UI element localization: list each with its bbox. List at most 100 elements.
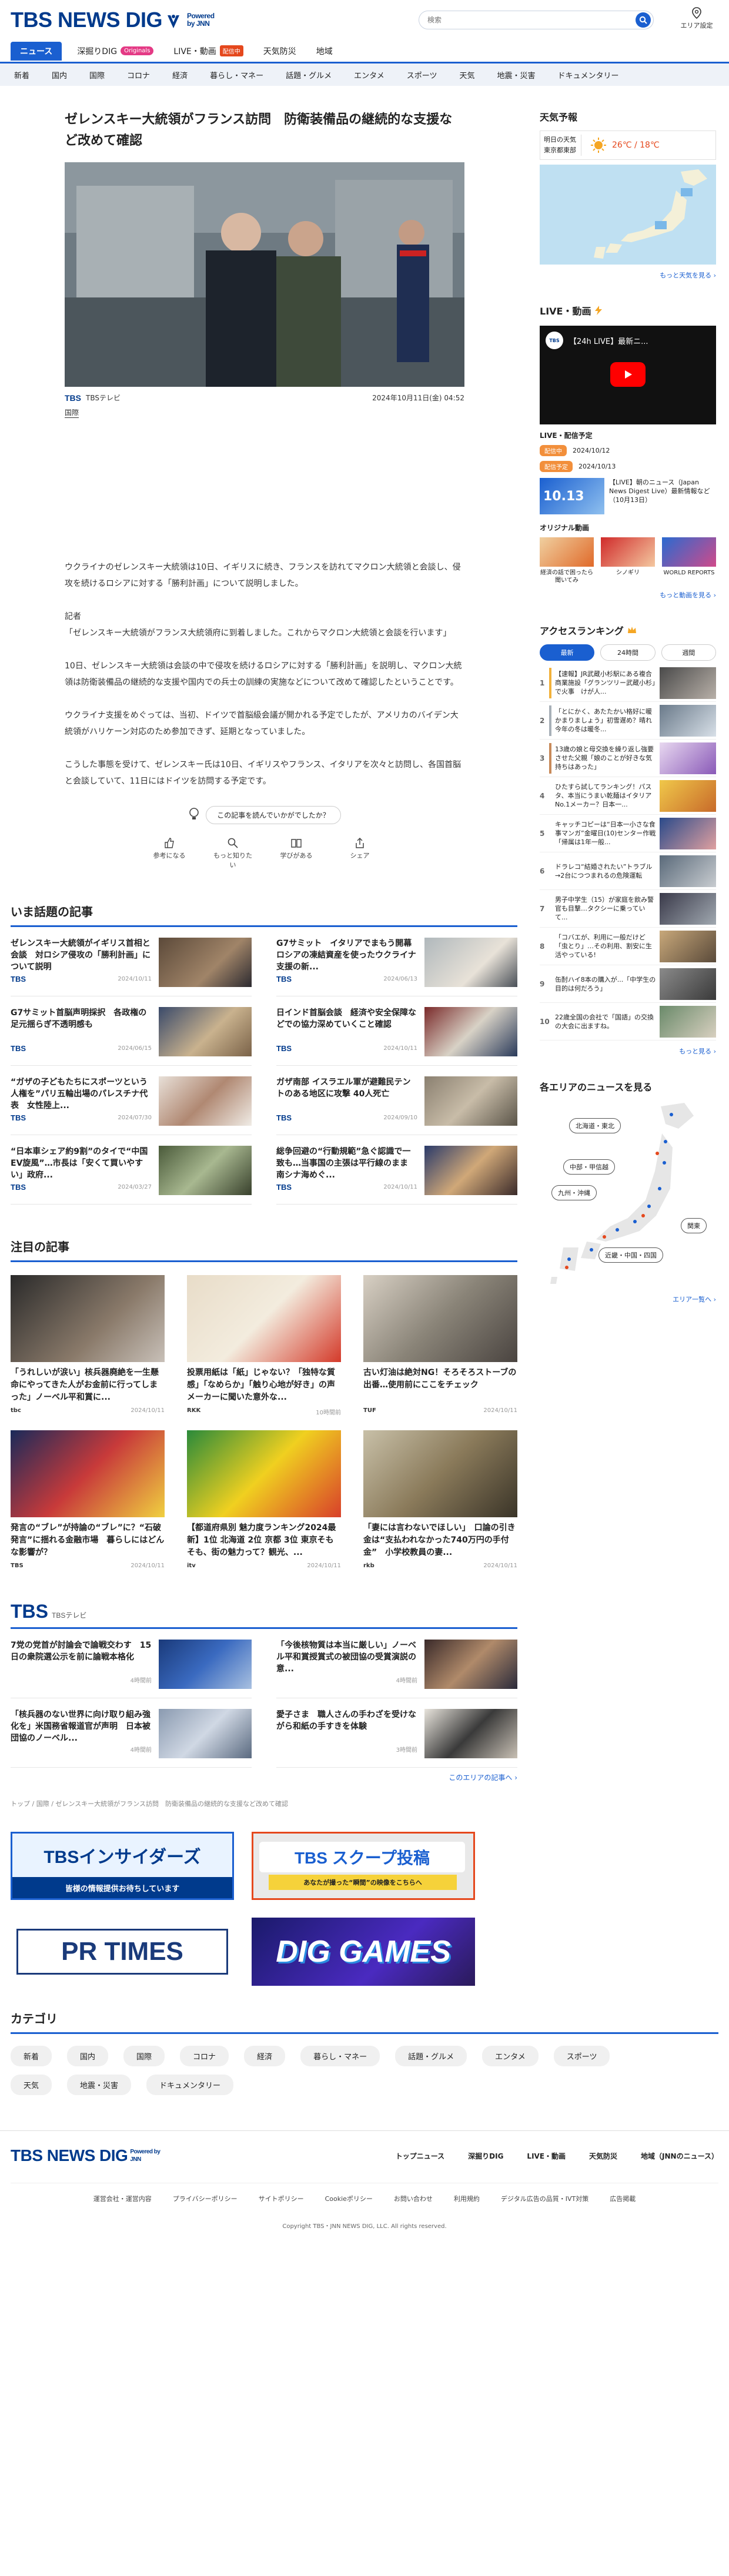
ranking-tab-24h[interactable]: 24時間 xyxy=(600,644,656,661)
footer-sub-link[interactable]: お問い合わせ xyxy=(394,2194,433,2203)
nav-dig[interactable]: 深掘りDIG Originals xyxy=(77,45,154,57)
footer-sub-link[interactable]: Cookieポリシー xyxy=(325,2194,373,2203)
footer-sub-link[interactable]: サイトポリシー xyxy=(259,2194,304,2203)
trending-item[interactable]: G7サミット イタリアでまもう開幕 ロシアの凍結資産を使ったウクライナ支援の新.… xyxy=(276,927,517,996)
category-chip[interactable]: スポーツ xyxy=(553,2046,610,2066)
category-chip[interactable]: コロナ xyxy=(180,2046,229,2066)
region-chubu[interactable]: 中部・甲信越 xyxy=(563,1159,615,1175)
category-chip[interactable]: ドキュメンタリー xyxy=(146,2075,234,2095)
trending-item[interactable]: ガザ南部 イスラエル軍が避難民テントのある地区に攻撃 40人死亡 TBS 2024/… xyxy=(276,1066,517,1135)
banner-insiders[interactable]: TBSインサイダーズ 皆様の情報提供お待ちしています xyxy=(11,1832,234,1900)
weather-widget[interactable]: 明日の天気 東京都東部 26℃ / 18℃ xyxy=(540,131,716,160)
ranking-item[interactable]: 3 13歳の娘と母交換を繰り返し強要させた父親「娘のことが好きな気持ちはあった」 xyxy=(540,740,716,777)
ranking-item[interactable]: 5 キャッチコピーは“日本一小さな食事マンガ”金曜日(10)センター作戦「帰属は1… xyxy=(540,815,716,852)
subnav-item[interactable]: 新着 xyxy=(14,69,29,81)
footer-link[interactable]: 深掘りDIG xyxy=(468,2151,503,2161)
featured-item[interactable]: 投票用紙は「紙」じゃない？「独特な質感」「なめらか」「触り心地が好き」の声 メー… xyxy=(187,1275,341,1416)
category-chip[interactable]: 天気 xyxy=(11,2075,52,2095)
tbs-item[interactable]: 「今後核物質は本当に厳しい」ノーベル平和賞授賞式の被団協の受賞演説の意... 4時… xyxy=(276,1629,517,1698)
category-chip[interactable]: 話題・グルメ xyxy=(395,2046,467,2066)
original-video-item[interactable]: シノギリ xyxy=(601,537,655,584)
nav-news[interactable]: ニュース xyxy=(11,41,62,61)
ranking-item[interactable]: 7 男子中学生（15）が家庭を飲み警官も目撃…タクシーに乗っていて... xyxy=(540,890,716,928)
featured-item[interactable]: 発言の“ブレ”が持論の“ブレ”に？“石破発言”に揺れる金融市場 暮らしにはどんな… xyxy=(11,1430,165,1569)
area-setting-button[interactable]: エリア設定 xyxy=(674,7,720,30)
subnav-item[interactable]: ドキュメンタリー xyxy=(558,69,619,81)
subnav-item[interactable]: 天気 xyxy=(459,69,474,81)
tbs-section-more-link[interactable]: このエリアの記事へ › xyxy=(11,1772,517,1782)
tbs-item[interactable]: 愛子さま 職人さんの手わざを受けながら和紙の手すきを体験 3時間前 xyxy=(276,1698,517,1768)
feedback-more-button[interactable]: もっと知りたい xyxy=(212,837,254,869)
nav-live[interactable]: LIVE・動画 配信中 xyxy=(173,45,243,57)
footer-sub-link[interactable]: プライバシーポリシー xyxy=(173,2194,238,2203)
featured-item[interactable]: 古い灯油は絶対NG！そろそろストーブの出番…使用前にここをチェック TUF 2024… xyxy=(363,1275,517,1416)
footer-link[interactable]: 天気防災 xyxy=(589,2151,617,2161)
featured-item[interactable]: 【都道府県別 魅力度ランキング2024最新】1位 北海道 2位 京都 3位 東京… xyxy=(187,1430,341,1569)
region-kyushu[interactable]: 九州・沖縄 xyxy=(551,1185,597,1200)
search-button[interactable] xyxy=(636,12,651,28)
trending-item[interactable]: 総争回避の“行動規範”急ぐ認識で一致も…当事国の主張は平行線のまま 南シナ海めぐ… xyxy=(276,1135,517,1205)
tbs-item[interactable]: 「核兵器のない世界に向け取り組み強化を」米国務省報道官が声明 日本被団協のノーベ… xyxy=(11,1698,252,1768)
nav-region[interactable]: 地域 xyxy=(316,45,333,57)
category-chip[interactable]: 暮らし・マネー xyxy=(300,2046,380,2066)
region-hokkaido-tohoku[interactable]: 北海道・東北 xyxy=(569,1118,621,1133)
banner-scoop[interactable]: TBS スクープ投稿 あなたが撮った“瞬間”の映像をこちらへ xyxy=(252,1832,475,1900)
trending-item[interactable]: G7サミット首脳声明採択 各政権の足元揺らぎ不透明感も TBS 2024/06/15 xyxy=(11,996,252,1066)
feedback-helpful-button[interactable]: 参考になる xyxy=(148,837,190,869)
weather-map[interactable] xyxy=(540,165,716,265)
footer-sub-link[interactable]: 利用規約 xyxy=(454,2194,480,2203)
ranking-more-link[interactable]: もっと見る › xyxy=(540,1046,716,1056)
nav-weather[interactable]: 天気防災 xyxy=(263,45,296,57)
featured-item[interactable]: 「うれしいが涙い」核兵器廃絶を一生懸命にやってきた人がお金前に行ってしまった」ノ… xyxy=(11,1275,165,1416)
play-icon[interactable] xyxy=(610,362,646,387)
subnav-item[interactable]: エンタメ xyxy=(354,69,384,81)
subnav-item[interactable]: 暮らし・マネー xyxy=(210,69,263,81)
category-chip[interactable]: 国内 xyxy=(67,2046,109,2066)
banner-dig-games[interactable]: DIG GAMES xyxy=(252,1918,475,1986)
category-chip[interactable]: 新着 xyxy=(11,2046,52,2066)
footer-logo[interactable]: TBS NEWS DIG Powered by JNN xyxy=(11,2146,163,2165)
original-video-more-link[interactable]: もっと動画を見る › xyxy=(540,590,716,600)
subnav-item[interactable]: コロナ xyxy=(127,69,150,81)
trending-item[interactable]: “ガザの子どもたちにスポーツという人権を”パリ五輪出場のパレスチナ代表 女性陸上… xyxy=(11,1066,252,1135)
subnav-item[interactable]: 地震・災害 xyxy=(497,69,536,81)
category-chip[interactable]: 国際 xyxy=(123,2046,165,2066)
ranking-tab-latest[interactable]: 最新 xyxy=(540,644,595,661)
article-tag[interactable]: 国際 xyxy=(65,407,79,418)
region-kanto[interactable]: 関東 xyxy=(681,1218,707,1233)
live-video-player[interactable]: TBS 【24h LIVE】最新ニ... xyxy=(540,326,716,424)
footer-sub-link[interactable]: デジタル広告の品質・IVT対策 xyxy=(501,2194,588,2203)
ranking-item[interactable]: 2 「とにかく、あたたかい格好に暖かまりましょう」初雪遅め？晴れ今年の冬は暖冬..… xyxy=(540,702,716,740)
search-input[interactable] xyxy=(427,16,636,24)
footer-sub-link[interactable]: 広告掲載 xyxy=(610,2194,636,2203)
banner-prtimes[interactable]: PR TIMES xyxy=(11,1918,234,1986)
footer-sub-link[interactable]: 運営会社・運営内容 xyxy=(93,2194,152,2203)
area-more-link[interactable]: エリア一覧へ › xyxy=(540,1294,716,1304)
footer-link[interactable]: LIVE・動画 xyxy=(527,2151,566,2161)
subnav-item[interactable]: スポーツ xyxy=(407,69,437,81)
share-button[interactable]: シェア xyxy=(339,837,381,869)
ranking-item[interactable]: 6 ドラレコ“結婚されたい”トラブル→2台につつまれるの危険運転 xyxy=(540,852,716,890)
live-schedule-item[interactable]: 10.13 【LIVE】朝のニュース（Japan News Digest Liv… xyxy=(540,478,716,514)
category-chip[interactable]: 経済 xyxy=(244,2046,286,2066)
featured-item[interactable]: 「妻には言わないでほしい」 口論の引き金は“支払われなかった740万円の手付金”… xyxy=(363,1430,517,1569)
category-chip[interactable]: 地震・災害 xyxy=(67,2075,132,2095)
subnav-item[interactable]: 経済 xyxy=(172,69,188,81)
original-video-item[interactable]: 経済の話で困ったら聞いてみ xyxy=(540,537,594,584)
ranking-item[interactable]: 4 ひたすら試してランキング！パスタ、本当にうまい乾麺はイタリアNo.1メーカー？… xyxy=(540,777,716,815)
ranking-tab-weekly[interactable]: 週間 xyxy=(661,644,716,661)
weather-more-link[interactable]: もっと天気を見る › xyxy=(540,270,716,280)
footer-link[interactable]: トップニュース xyxy=(396,2151,444,2161)
footer-link[interactable]: 地域（JNNのニュース） xyxy=(641,2151,718,2161)
site-logo[interactable]: TBS NEWS DIG Powered by JNN xyxy=(11,8,220,32)
original-video-item[interactable]: WORLD REPORTS xyxy=(662,537,716,584)
ranking-item[interactable]: 1 【速報】JR武蔵小杉駅にある複合商業施設「グランツリー武蔵小杉」で火事 けが人… xyxy=(540,664,716,702)
trending-item[interactable]: 日インド首脳会談 経済や安全保障などでの協力深めていくこと確認 TBS 2024/1… xyxy=(276,996,517,1066)
ranking-item[interactable]: 9 缶酎ハイ8本の購入が...「中学生の目的は何だろう」 xyxy=(540,965,716,1003)
trending-item[interactable]: “日本車シェア約9割”のタイで“中国EV旋風”…市長は「安くて買いやすい」政府.… xyxy=(11,1135,252,1205)
trending-item[interactable]: ゼレンスキー大統領がイギリス首相と会談 対ロシア侵攻の「勝利計画」について説明 T… xyxy=(11,927,252,996)
category-chip[interactable]: エンタメ xyxy=(482,2046,539,2066)
ranking-item[interactable]: 8 「コバエが、利用に一般だけど「虫とり」…その利用、割安に生活やっている! xyxy=(540,928,716,965)
subnav-item[interactable]: 国内 xyxy=(52,69,67,81)
feedback-learn-button[interactable]: 学びがある xyxy=(275,837,317,869)
